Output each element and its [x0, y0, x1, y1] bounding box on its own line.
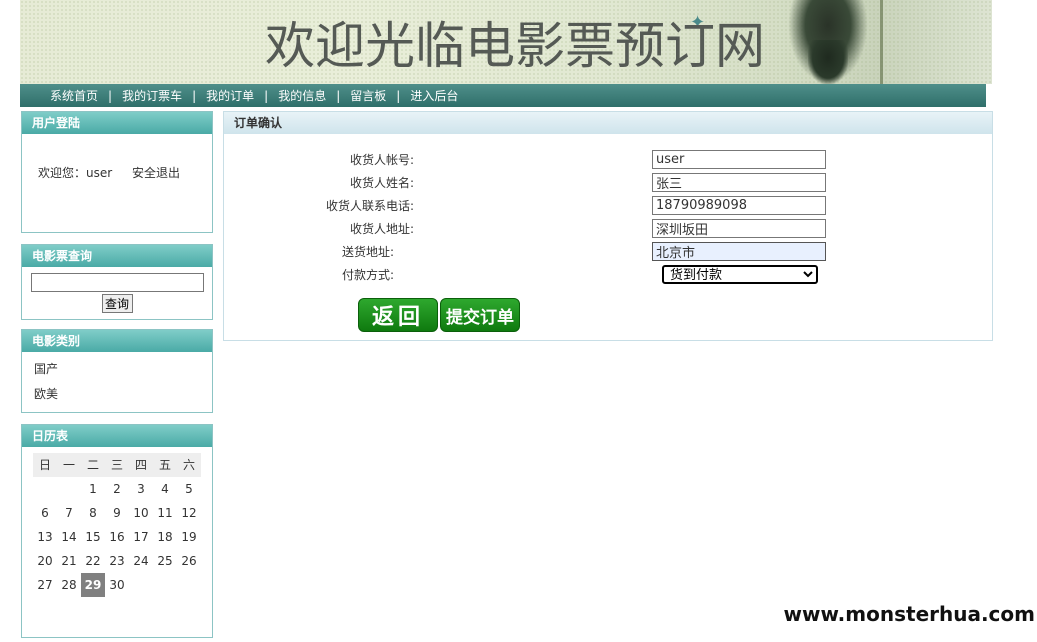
search-panel: 电影票查询 查询 — [21, 244, 213, 320]
account-label: 收货人帐号: — [349, 153, 414, 167]
calendar-day[interactable]: 13 — [33, 525, 57, 549]
calendar-weekday: 四 — [129, 453, 153, 477]
phone-input[interactable] — [652, 196, 826, 215]
calendar-day[interactable]: 12 — [177, 501, 201, 525]
calendar-day[interactable]: 20 — [33, 549, 57, 573]
calendar-day[interactable]: 22 — [81, 549, 105, 573]
form-row: 收货人联系电话: — [224, 196, 994, 216]
welcome-text: 欢迎您：user — [38, 166, 113, 180]
banner-tree-image — [880, 0, 920, 84]
nav-separator: | — [336, 88, 341, 103]
calendar-weekday: 五 — [153, 453, 177, 477]
calendar-empty-cell — [57, 477, 81, 501]
nav-separator: | — [108, 88, 113, 103]
calendar-day[interactable]: 4 — [153, 477, 177, 501]
form-row: 收货人帐号: — [224, 150, 994, 170]
form-row: 送货地址: — [224, 242, 994, 262]
search-button[interactable]: 查询 — [101, 294, 133, 313]
form-row: 收货人姓名: — [224, 173, 994, 193]
calendar-day[interactable]: 27 — [33, 573, 57, 597]
payment-label: 付款方式: — [341, 268, 394, 282]
logout-link[interactable]: 安全退出 — [132, 166, 180, 180]
calendar-day[interactable]: 19 — [177, 525, 201, 549]
calendar-day[interactable]: 17 — [129, 525, 153, 549]
calendar-day[interactable]: 6 — [33, 501, 57, 525]
address-input[interactable] — [652, 219, 826, 238]
calendar-day[interactable]: 18 — [153, 525, 177, 549]
calendar-day[interactable]: 10 — [129, 501, 153, 525]
calendar-grid: 日一二三四五六 1 2 3 4 5 6 7 8 9 10 11 12 13 14 15 16 17 18 19 20 21… — [33, 453, 212, 597]
nav-orders[interactable]: 我的订单 — [206, 87, 254, 104]
nav-guestbook[interactable]: 留言板 — [350, 87, 386, 104]
calendar-empty-cell — [33, 477, 57, 501]
nav-separator: | — [264, 88, 269, 103]
submit-order-button[interactable]: 提交订单 — [440, 298, 520, 332]
calendar-day[interactable]: 30 — [105, 573, 129, 597]
calendar-empty-cell — [153, 573, 177, 597]
calendar-day[interactable]: 5 — [177, 477, 201, 501]
nav-cart[interactable]: 我的订票车 — [122, 87, 182, 104]
calendar-day[interactable]: 28 — [57, 573, 81, 597]
login-panel-title: 用户登陆 — [22, 112, 212, 134]
calendar-day[interactable]: 16 — [105, 525, 129, 549]
calendar-weekday: 六 — [177, 453, 201, 477]
payment-select[interactable]: 货到付款 — [662, 265, 818, 284]
login-panel: 用户登陆 欢迎您：user 安全退出 — [21, 111, 213, 233]
address-label: 收货人地址: — [349, 222, 414, 236]
site-banner: ✦ 欢迎光临电影票预订网 — [20, 0, 992, 84]
calendar-panel: 日历表 日一二三四五六 1 2 3 4 5 6 7 8 9 10 11 12 13 14 15 16 17 18 19… — [21, 424, 213, 638]
watermark-text: www.monsterhua.com — [775, 596, 1035, 632]
calendar-weekday: 二 — [81, 453, 105, 477]
account-input[interactable] — [652, 150, 826, 169]
calendar-day[interactable]: 21 — [57, 549, 81, 573]
nav-separator: | — [192, 88, 197, 103]
category-panel: 电影类别 国产 欧美 — [21, 329, 213, 413]
nav-admin[interactable]: 进入后台 — [410, 87, 458, 104]
calendar-day[interactable]: 23 — [105, 549, 129, 573]
banner-figure-image — [788, 0, 868, 84]
calendar-day[interactable]: 14 — [57, 525, 81, 549]
top-nav: 系统首页 | 我的订票车 | 我的订单 | 我的信息 | 留言板 | 进入后台 — [20, 84, 986, 107]
calendar-day[interactable]: 24 — [129, 549, 153, 573]
search-input[interactable] — [30, 273, 204, 292]
calendar-empty-cell — [177, 573, 201, 597]
name-input[interactable] — [652, 173, 826, 192]
calendar-weekday: 三 — [105, 453, 129, 477]
back-button[interactable]: 返回 — [358, 298, 438, 332]
calendar-day[interactable]: 11 — [153, 501, 177, 525]
delivery-address-label: 送货地址: — [341, 245, 394, 259]
order-confirm-panel: 订单确认 收货人帐号: 收货人姓名: 收货人联系电话: 收货人地址: 送货地址:… — [223, 111, 993, 341]
site-title: 欢迎光临电影票预订网 — [265, 17, 765, 75]
calendar-day[interactable]: 9 — [105, 501, 129, 525]
calendar-today[interactable]: 29 — [81, 573, 105, 597]
calendar-day[interactable]: 2 — [105, 477, 129, 501]
order-panel-title: 订单确认 — [224, 112, 992, 134]
category-panel-title: 电影类别 — [22, 330, 212, 352]
delivery-address-input[interactable] — [652, 242, 826, 261]
calendar-day[interactable]: 25 — [153, 549, 177, 573]
calendar-panel-title: 日历表 — [22, 425, 212, 447]
category-item-domestic[interactable]: 国产 — [34, 360, 212, 385]
nav-separator: | — [396, 88, 401, 103]
form-row: 付款方式: 货到付款 — [224, 265, 994, 285]
calendar-empty-cell — [129, 573, 153, 597]
calendar-day[interactable]: 8 — [81, 501, 105, 525]
search-panel-title: 电影票查询 — [22, 245, 212, 267]
form-row: 收货人地址: — [224, 219, 994, 239]
phone-label: 收货人联系电话: — [325, 199, 414, 213]
calendar-day[interactable]: 1 — [81, 477, 105, 501]
calendar-weekday: 日 — [33, 453, 57, 477]
nav-home[interactable]: 系统首页 — [50, 87, 98, 104]
calendar-day[interactable]: 7 — [57, 501, 81, 525]
calendar-day[interactable]: 15 — [81, 525, 105, 549]
calendar-weekday: 一 — [57, 453, 81, 477]
nav-profile[interactable]: 我的信息 — [278, 87, 326, 104]
name-label: 收货人姓名: — [349, 176, 414, 190]
calendar-day[interactable]: 3 — [129, 477, 153, 501]
calendar-day[interactable]: 26 — [177, 549, 201, 573]
category-item-western[interactable]: 欧美 — [34, 385, 212, 410]
